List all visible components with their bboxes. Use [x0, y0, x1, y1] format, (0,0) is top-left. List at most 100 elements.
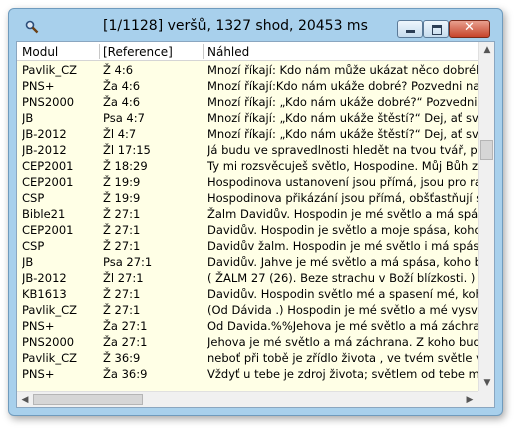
horizontal-scroll-thumb[interactable] — [33, 394, 143, 405]
table-row[interactable]: CEP2001 Ž 27:1 Davidův. Hospodin je světlo… — [17, 222, 478, 238]
cell-reference: Ž 27:1 — [103, 207, 141, 221]
table-row[interactable]: Bible21 Ž 27:1 Žalm Davidův. Hospodin je m… — [17, 206, 478, 222]
results-list: Modul [Reference] Náhled Pavlik_CZ Ž 4:6 M… — [16, 41, 495, 408]
table-row[interactable]: Pavlik_CZ Ž 36:9 neboť při tobě je zřídlo … — [17, 350, 478, 366]
table-row[interactable]: JB Psa 27:1 Davidův. Jahve je mé světlo a … — [17, 254, 478, 270]
cell-reference: Psa 4:7 — [103, 111, 145, 125]
cell-modul: PNS+ — [22, 79, 55, 93]
column-divider[interactable] — [99, 44, 100, 59]
minimize-button[interactable] — [397, 20, 423, 38]
table-row[interactable]: Pavlik_CZ Ž 4:6 Mnozí říkají: Kdo nám může… — [17, 62, 478, 78]
table-row[interactable]: JB-2012 Žl 17:15 Já budu ve spravedlnosti … — [17, 142, 478, 158]
cell-modul: JB — [22, 111, 34, 125]
cell-preview: (Od Dávida .) Hospodin je mé světlo a mé… — [207, 303, 478, 317]
cell-modul: PNS+ — [22, 367, 55, 381]
cell-preview: Mnozí říkají: Kdo nám může ukázat něco d… — [207, 63, 478, 77]
table-row[interactable]: PNS+ Ža 4:6 Mnozí říkají:Kdo nám ukáže dob… — [17, 78, 478, 94]
cell-preview: Žalm Davidův. Hospodin je mé světlo a má… — [207, 207, 478, 221]
cell-reference: Ž 18:29 — [103, 159, 148, 173]
cell-preview: Davidův. Hospodin je světlo a moje spása… — [207, 223, 478, 237]
cell-modul: KB1613 — [22, 287, 67, 301]
scroll-down-icon[interactable]: ▼ — [479, 375, 494, 391]
cell-preview: Já budu ve spravedlnosti hledět na tvou … — [207, 143, 478, 157]
cell-modul: PNS2000 — [22, 95, 75, 109]
cell-preview: Mnozí říkají: „Kdo nám ukáže dobré?“ Poz… — [207, 95, 478, 109]
table-row[interactable]: PNS2000 Ža 4:6 Mnozí říkají: „Kdo nám ukáž… — [17, 94, 478, 110]
cell-modul: CEP2001 — [22, 159, 74, 173]
cell-preview: Ty mi rozsvěcuješ světlo, Hospodine. Můj… — [207, 159, 478, 173]
cell-preview: Hospodinova ustanovení jsou přímá, jsou … — [207, 175, 478, 189]
title-bar[interactable]: [1/1128] veršů, 1327 shod, 20453 ms ✕ — [9, 9, 502, 41]
cell-reference: Psa 27:1 — [103, 255, 153, 269]
cell-reference: Ža 27:1 — [103, 335, 148, 349]
cell-preview: Vždyť u tebe je zdroj života; světlem od… — [207, 367, 478, 381]
cell-preview: Davidův žalm. Hospodin je mé světlo i má… — [207, 239, 478, 253]
table-row[interactable]: CEP2001 Ž 18:29 Ty mi rozsvěcuješ světlo, … — [17, 158, 478, 174]
cell-modul: Bible21 — [22, 207, 66, 221]
scrollbar-corner — [478, 391, 494, 407]
cell-preview: ( ŽALM 27 (26). Beze strachu v Boží blíz… — [207, 271, 478, 285]
maximize-icon — [432, 25, 442, 35]
search-results-window: [1/1128] veršů, 1327 shod, 20453 ms ✕ Mo… — [8, 8, 503, 416]
cell-reference: Ž 27:1 — [103, 223, 141, 237]
cell-modul: CEP2001 — [22, 175, 74, 189]
cell-modul: Pavlik_CZ — [22, 63, 77, 77]
close-icon: ✕ — [464, 20, 475, 35]
cell-modul: JB-2012 — [22, 127, 67, 141]
table-row[interactable]: Pavlik_CZ Ž 27:1 (Od Dávida .) Hospodin je… — [17, 302, 478, 318]
column-header-preview[interactable]: Náhled — [207, 45, 249, 59]
column-header: Modul [Reference] Náhled — [17, 42, 478, 61]
results-rows: Pavlik_CZ Ž 4:6 Mnozí říkají: Kdo nám může… — [17, 62, 478, 391]
close-button[interactable]: ✕ — [449, 20, 490, 38]
cell-modul: CEP2001 — [22, 223, 74, 237]
cell-reference: Žl 27:1 — [103, 271, 144, 285]
cell-modul: PNS2000 — [22, 335, 75, 349]
magnifier-icon — [25, 20, 39, 34]
minimize-icon — [406, 30, 415, 33]
cell-reference: Žl 4:7 — [103, 127, 137, 141]
cell-preview: Mnozí říkají: „Kdo nám ukáže štěstí?“ De… — [207, 111, 478, 125]
cell-preview: Mnozí říkají: „Kdo nám ukáže štěstí?“ De… — [207, 127, 478, 141]
table-row[interactable]: PNS2000 Ža 27:1 Jehova je mé světlo a má z… — [17, 334, 478, 350]
cell-modul: Pavlik_CZ — [22, 351, 77, 365]
cell-preview: Hospodinova přikázání jsou přímá, obšťas… — [207, 191, 478, 205]
cell-preview: Davidův. Jahve je mé světlo a má spása, … — [207, 255, 478, 269]
table-row[interactable]: JB-2012 Žl 27:1 ( ŽALM 27 (26). Beze strac… — [17, 270, 478, 286]
cell-modul: Pavlik_CZ — [22, 303, 77, 317]
scroll-up-icon[interactable]: ▲ — [479, 42, 494, 58]
table-row[interactable]: CSP Ž 27:1 Davidův žalm. Hospodin je mé sv… — [17, 238, 478, 254]
table-row[interactable]: PNS+ Ža 36:9 Vždyť u tebe je zdroj života;… — [17, 366, 478, 382]
cell-reference: Ža 36:9 — [103, 367, 148, 381]
cell-reference: Ža 27:1 — [103, 319, 148, 333]
cell-reference: Ž 27:1 — [103, 287, 141, 301]
cell-preview: Mnozí říkají:Kdo nám ukáže dobré? Pozved… — [207, 79, 478, 93]
cell-preview: neboť při tobě je zřídlo života , ve tvé… — [207, 351, 478, 365]
table-row[interactable]: JB-2012 Žl 4:7 Mnozí říkají: „Kdo nám ukáž… — [17, 126, 478, 142]
maximize-button[interactable] — [423, 20, 449, 38]
horizontal-scrollbar[interactable]: ◀ ▶ — [17, 391, 478, 407]
table-row[interactable]: CEP2001 Ž 19:9 Hospodinova ustanovení jsou… — [17, 174, 478, 190]
cell-reference: Ža 4:6 — [103, 95, 141, 109]
table-row[interactable]: KB1613 Ž 27:1 Davidův. Hospodin světlo mé … — [17, 286, 478, 302]
cell-reference: Ž 19:9 — [103, 191, 141, 205]
column-divider[interactable] — [203, 44, 204, 59]
cell-modul: PNS+ — [22, 319, 55, 333]
cell-reference: Ž 4:6 — [103, 63, 134, 77]
scroll-left-icon[interactable]: ◀ — [17, 392, 33, 407]
scroll-right-icon[interactable]: ▶ — [462, 392, 478, 407]
table-row[interactable]: CSP Ž 19:9 Hospodinova přikázání jsou přím… — [17, 190, 478, 206]
cell-modul: CSP — [22, 191, 45, 205]
column-header-reference[interactable]: [Reference] — [103, 45, 173, 59]
table-row[interactable]: PNS+ Ža 27:1 Od Davida.%%Jehova je mé svět… — [17, 318, 478, 334]
cell-preview: Jehova je mé světlo a má záchrana. Z koh… — [207, 335, 478, 349]
table-row[interactable]: JB Psa 4:7 Mnozí říkají: „Kdo nám ukáže št… — [17, 110, 478, 126]
vertical-scrollbar[interactable]: ▲ ▼ — [478, 42, 494, 391]
cell-modul: JB-2012 — [22, 271, 67, 285]
cell-reference: Žl 17:15 — [103, 143, 151, 157]
cell-reference: Ž 27:1 — [103, 239, 141, 253]
cell-modul: JB — [22, 255, 34, 269]
cell-reference: Ža 4:6 — [103, 79, 141, 93]
cell-reference: Ž 36:9 — [103, 351, 141, 365]
vertical-scroll-thumb[interactable] — [480, 140, 493, 160]
column-header-modul[interactable]: Modul — [22, 45, 58, 59]
